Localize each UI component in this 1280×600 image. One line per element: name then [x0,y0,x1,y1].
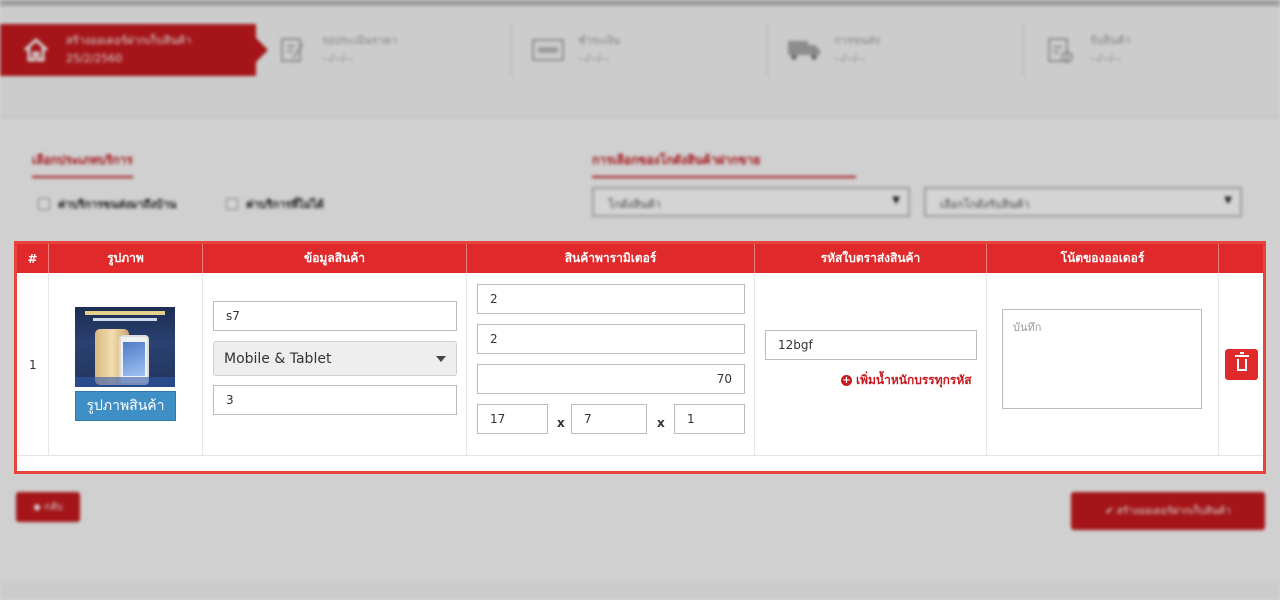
product-table: # รูปภาพ ข้อมูลสินค้า สินค้าพารามิเตอร์ … [14,241,1266,474]
category-value: Mobile & Tablet [224,350,332,367]
dimension-separator: x [557,416,565,430]
table-row: 1 รูปภาพสินค้า s7 Mobile & Tablet 3 2 2 … [17,273,1263,456]
dimension-length-input[interactable]: 7 [571,404,647,434]
trash-icon [1234,351,1249,371]
dimension-height-input[interactable]: 1 [674,404,745,434]
tracking-code-input[interactable]: 12bgf [765,330,977,360]
weight-input[interactable]: 70 [477,364,745,394]
plus-circle-icon: + [841,375,852,386]
order-note-textarea[interactable]: บันทึก [1002,309,1202,409]
product-image [75,307,175,387]
product-name-input[interactable]: s7 [213,301,457,331]
header-number: # [17,244,49,273]
header-image: รูปภาพ [49,244,203,273]
category-dropdown[interactable]: Mobile & Tablet [213,341,457,376]
header-tracking-code: รหัสใบตราส่งสินค้า [755,244,987,273]
header-parameters: สินค้าพารามิเตอร์ [467,244,755,273]
header-actions [1219,244,1263,273]
table-header: # รูปภาพ ข้อมูลสินค้า สินค้าพารามิเตอร์ … [17,244,1263,273]
caret-down-icon [436,356,446,362]
dimension-width-input[interactable]: 17 [477,404,548,434]
param-input-1[interactable]: 2 [477,284,745,314]
dimension-separator: x [657,416,665,430]
quantity-input[interactable]: 3 [213,385,457,415]
delete-row-button[interactable] [1225,349,1258,380]
header-product-info: ข้อมูลสินค้า [203,244,467,273]
product-image-button[interactable]: รูปภาพสินค้า [75,391,176,421]
param-input-2[interactable]: 2 [477,324,745,354]
row-number: 1 [29,358,37,372]
header-order-note: โน้ตของออเดอร์ [987,244,1219,273]
add-weight-link[interactable]: + เพิ่มน้ำหนักบรรทุกรหัส [841,371,972,390]
